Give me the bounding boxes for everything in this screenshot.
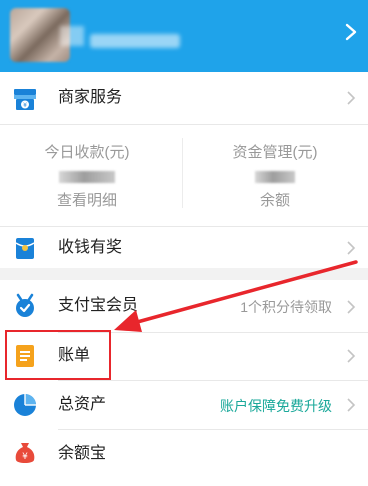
total-assets-row[interactable]: 总资产 账户保障免费升级 [0,381,368,429]
merchant-service-label: 商家服务 [58,89,123,106]
panel-divider [182,138,183,208]
money-bag-icon: ¥ [15,443,35,463]
pie-chart-icon [14,394,36,416]
store-icon: ¥ [14,89,36,110]
total-assets-label: 总资产 [58,396,107,413]
section-gap [0,268,368,280]
account-protection-text: 账户保障免费升级 [220,398,332,414]
alipay-member-row[interactable]: 支付宝会员 1个积分待领取 [0,280,368,332]
account-name-blurred [90,34,180,48]
receive-reward-row[interactable]: 收钱有奖 [0,227,368,268]
svg-text:¥: ¥ [22,452,28,462]
yuebao-row[interactable]: ¥ 余额宝 [0,430,368,486]
divider [0,124,368,125]
chevron-right-icon[interactable] [344,22,358,42]
avatar-shadow [60,26,84,46]
chevron-right-icon [347,241,356,255]
alipay-member-label: 支付宝会员 [58,297,139,314]
funds-management-title: 资金管理(元) [232,144,318,161]
balance-link[interactable]: 余额 [210,192,340,210]
receive-reward-label: 收钱有奖 [58,239,123,256]
svg-text:¥: ¥ [23,102,27,109]
funds-management-panel[interactable]: 资金管理(元) 余额 [210,144,340,210]
red-envelope-icon [15,238,35,259]
chevron-right-icon [347,349,356,363]
profile-header[interactable] [0,0,368,72]
funds-amount-blurred [255,171,295,183]
yuebao-label: 余额宝 [58,445,107,462]
view-details-link[interactable]: 查看明细 [22,192,152,210]
today-receipts-amount-blurred [59,171,115,183]
today-receipts-title: 今日收款(元) [44,144,130,161]
chevron-right-icon [347,91,356,105]
highlight-box [5,330,111,380]
chevron-right-icon [347,398,356,412]
today-receipts-panel[interactable]: 今日收款(元) 查看明细 [22,144,152,210]
chevron-right-icon [347,300,356,314]
points-pending-text: 1个积分待领取 [240,299,332,315]
member-icon [16,293,34,317]
merchant-service-row[interactable]: ¥ 商家服务 [0,72,368,124]
